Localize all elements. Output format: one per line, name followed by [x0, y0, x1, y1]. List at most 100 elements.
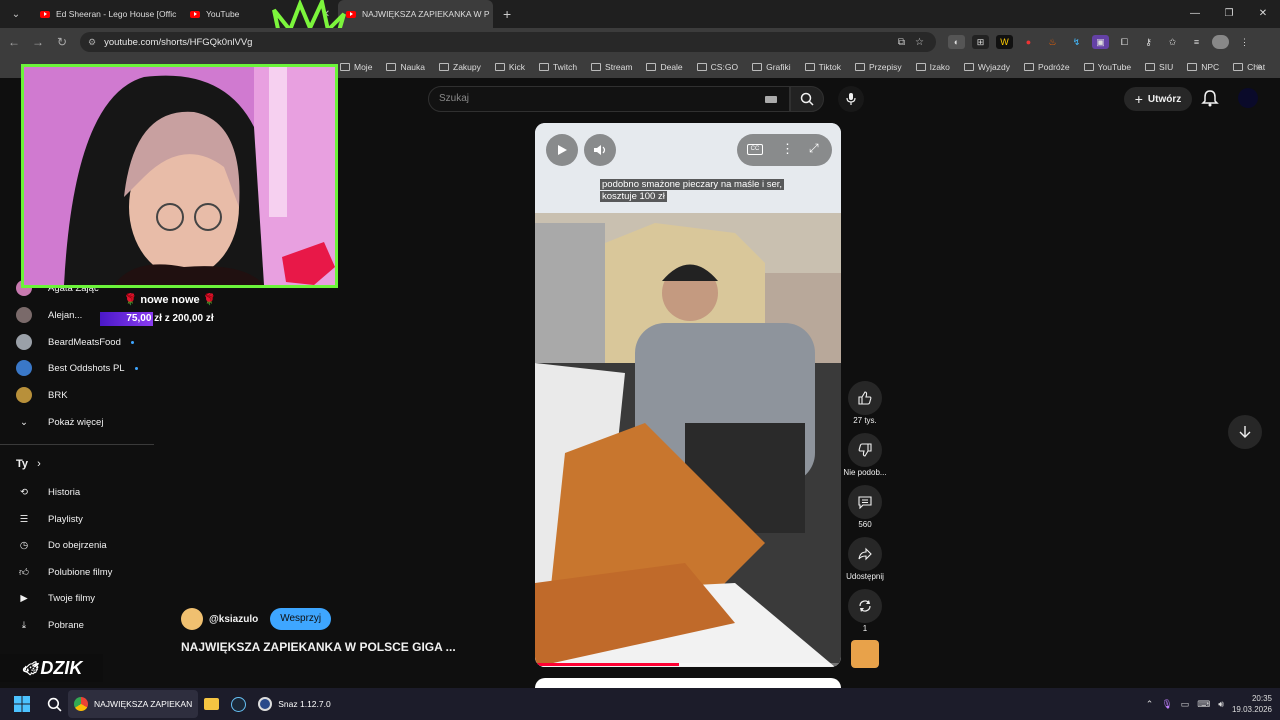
volume-button[interactable]: [584, 134, 616, 166]
site-info-icon[interactable]: ⚙: [88, 37, 96, 48]
extension-icon[interactable]: ✩: [1164, 35, 1181, 49]
comments-button[interactable]: [848, 485, 882, 519]
bookmark-item[interactable]: Grafiki: [752, 62, 791, 72]
sidebar-item-watch-later[interactable]: ◷ Do obejrzenia: [16, 535, 107, 555]
video-caption: podobno smażone pieczary na maśle i ser,…: [600, 179, 785, 203]
captions-icon[interactable]: CC: [747, 144, 763, 155]
show-more-button[interactable]: ⌄ Pokaż więcej: [16, 412, 103, 432]
sidebar-item-your-videos[interactable]: ▶ Twoje filmy: [16, 588, 95, 608]
back-icon[interactable]: ←: [2, 35, 26, 49]
extension-icon[interactable]: ▣: [1092, 35, 1109, 49]
start-button[interactable]: [8, 690, 36, 718]
bookmark-item[interactable]: Kick: [494, 62, 525, 72]
notifications-bell-icon[interactable]: [1200, 88, 1220, 108]
profile-avatar[interactable]: [1212, 35, 1229, 49]
reload-icon[interactable]: ↻: [50, 35, 74, 49]
bookmark-item[interactable]: SIU: [1145, 62, 1173, 72]
bookmark-item[interactable]: Deale: [646, 62, 683, 72]
extension-icon[interactable]: ⚷: [1140, 35, 1157, 49]
channel-thumbnail[interactable]: [851, 640, 879, 668]
you-section-heading[interactable]: Ty ›: [16, 458, 41, 470]
bookmark-star-icon[interactable]: ☆: [915, 37, 924, 48]
tab-ed-sheeran[interactable]: Ed Sheeran - Lego House [Offic ✕: [32, 0, 182, 28]
bookmark-item[interactable]: CS:GO: [696, 62, 739, 72]
minimize-icon[interactable]: —: [1178, 0, 1212, 28]
extension-icon[interactable]: W: [996, 35, 1013, 49]
taskbar-chrome[interactable]: NAJWIĘKSZA ZAPIEKAN: [68, 690, 199, 718]
video-progress-fill: [535, 663, 679, 666]
close-window-icon[interactable]: ✕: [1246, 0, 1280, 28]
taskbar-steam[interactable]: [225, 690, 252, 718]
bookmark-label: Tiktok: [818, 62, 841, 72]
account-avatar[interactable]: [1238, 88, 1258, 108]
sidebar-channel-beardmeatsfood[interactable]: BeardMeatsFood: [16, 332, 134, 352]
voice-search-button[interactable]: [838, 86, 864, 112]
bookmark-item[interactable]: Przepisy: [855, 62, 902, 72]
extensions-puzzle-icon[interactable]: ⧠: [1116, 35, 1133, 49]
chevron-up-icon[interactable]: ⌃: [1146, 699, 1154, 710]
sidebar-item-liked[interactable]: 👍︎ Polubione filmy: [16, 562, 112, 582]
owner-handle[interactable]: @ksiazulo: [209, 614, 258, 625]
remix-button[interactable]: [848, 589, 882, 623]
new-tab-button[interactable]: +: [503, 6, 511, 22]
bookmark-item[interactable]: Izako: [915, 62, 950, 72]
extension-icon[interactable]: ◐: [948, 35, 965, 49]
dislike-button[interactable]: [848, 433, 882, 467]
sidebar-channel-alejan[interactable]: Alejan...: [16, 305, 82, 325]
sidebar-item-downloads[interactable]: ⤓ Pobrane: [16, 615, 84, 635]
fullscreen-icon[interactable]: ⤢: [809, 141, 819, 156]
extension-icon[interactable]: ●: [1020, 35, 1037, 49]
volume-icon[interactable]: 🔊︎: [1218, 699, 1224, 710]
bookmark-item[interactable]: Tiktok: [804, 62, 841, 72]
reading-list-icon[interactable]: ≡: [1188, 35, 1205, 49]
url-bar[interactable]: ⚙ youtube.com/shorts/HFGQk0nlVVg ⧉ ☆: [80, 32, 936, 52]
forward-icon[interactable]: →: [26, 35, 50, 49]
bookmark-item[interactable]: Stream: [591, 62, 632, 72]
bookmark-item[interactable]: Nauka: [386, 62, 425, 72]
taskbar-file-explorer[interactable]: [198, 690, 225, 718]
cast-icon[interactable]: ⧉: [898, 37, 905, 48]
video-progress-bar[interactable]: [535, 663, 841, 666]
clock[interactable]: 20:35 19.03.2026: [1232, 693, 1272, 715]
maximize-icon[interactable]: ❐: [1212, 0, 1246, 28]
more-options-icon[interactable]: ⋮: [781, 141, 794, 157]
tab-zapiekanka[interactable]: NAJWIĘKSZA ZAPIEKANKA W P ✕: [338, 0, 493, 28]
bookmark-label: Wyjazdy: [977, 62, 1010, 72]
taskbar-snaz[interactable]: Snaz 1.12.7.0: [252, 690, 336, 718]
shorts-video-player[interactable]: CC ⋮ ⤢ podobno smażone pieczary na maśle…: [535, 123, 841, 667]
donation-goal: 75,00 zł z 200,00 zł: [100, 312, 240, 326]
display-icon[interactable]: ▭: [1181, 699, 1190, 710]
owner-avatar[interactable]: [181, 608, 203, 630]
extension-icon[interactable]: ⊞: [972, 35, 989, 49]
tab-search-button[interactable]: ⌄: [4, 4, 28, 24]
bookmark-item[interactable]: YouTube: [1083, 62, 1131, 72]
share-button[interactable]: [848, 537, 882, 571]
extension-icon[interactable]: ♨: [1044, 35, 1061, 49]
keyboard-icon[interactable]: [765, 96, 777, 103]
more-menu-icon[interactable]: ⋮: [1236, 35, 1253, 49]
bookmark-item[interactable]: Zakupy: [439, 62, 481, 72]
support-button[interactable]: Wesprzyj: [270, 608, 332, 630]
search-button[interactable]: [790, 86, 824, 112]
bookmark-item[interactable]: Twitch: [538, 62, 577, 72]
bookmark-label: CS:GO: [710, 62, 739, 72]
bookmark-item[interactable]: NPC: [1187, 62, 1219, 72]
more-bookmarks-icon[interactable]: »: [1256, 56, 1262, 78]
network-icon[interactable]: ⌨: [1197, 699, 1210, 710]
bookmark-item[interactable]: Wyjazdy: [963, 62, 1010, 72]
next-short-preview[interactable]: [535, 678, 841, 688]
bookmark-item[interactable]: Podróże: [1023, 62, 1070, 72]
like-button[interactable]: [848, 381, 882, 415]
sidebar-item-history[interactable]: ⟲ Historia: [16, 482, 80, 502]
bookmark-item[interactable]: Moje: [340, 62, 372, 72]
search-input[interactable]: Szukaj: [428, 86, 790, 112]
play-button[interactable]: [546, 134, 578, 166]
taskbar-search-button[interactable]: [40, 690, 68, 718]
create-button[interactable]: + Utwórz: [1124, 87, 1192, 111]
sidebar-channel-best-oddshots[interactable]: Best Oddshots PL: [16, 358, 138, 378]
next-short-button[interactable]: [1228, 415, 1262, 449]
sidebar-item-playlists[interactable]: ☰ Playlisty: [16, 509, 83, 529]
extension-icon[interactable]: ↯: [1068, 35, 1085, 49]
sidebar-channel-brk[interactable]: BRK: [16, 385, 68, 405]
microphone-icon[interactable]: 🎙︎: [1161, 699, 1172, 710]
